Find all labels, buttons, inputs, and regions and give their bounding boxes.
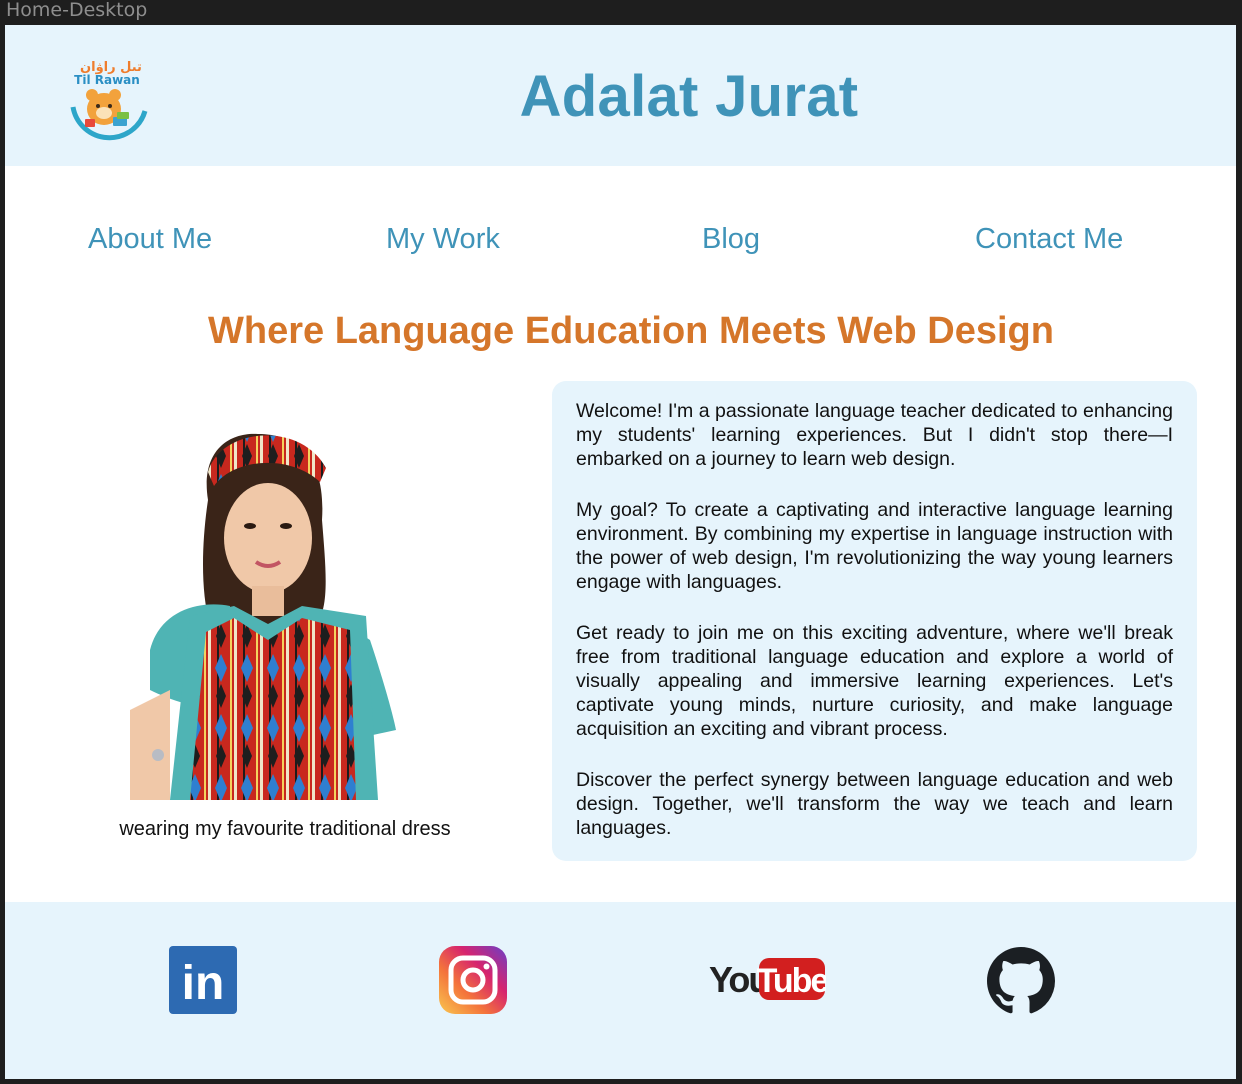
intro-paragraph-3: Get ready to join me on this exciting ad…	[576, 622, 1173, 740]
intro-paragraph-2: My goal? To create a captivating and int…	[576, 499, 1173, 593]
page-frame: تىل راۋان Til Rawan Adalat Jurat About M…	[5, 25, 1236, 1079]
intro-card: Welcome! I'm a passionate language teach…	[552, 381, 1197, 861]
nav-contact-me[interactable]: Contact Me	[975, 223, 1123, 256]
instagram-icon[interactable]	[439, 946, 507, 1014]
linkedin-text: in	[182, 957, 225, 1010]
nav-blog[interactable]: Blog	[702, 223, 760, 256]
site-footer: in You Tube	[5, 902, 1236, 1079]
youtube-tube-text: Tube	[757, 962, 826, 1000]
window-title: Home-Desktop	[6, 0, 148, 21]
page-headline: Where Language Education Meets Web Desig…	[208, 310, 1054, 352]
site-title: Adalat Jurat	[519, 64, 859, 129]
logo-latin-text: Til Rawan	[74, 73, 140, 87]
youtube-icon[interactable]: You Tube	[708, 954, 826, 1004]
linkedin-icon[interactable]: in	[169, 946, 237, 1014]
nav-my-work[interactable]: My Work	[386, 223, 500, 256]
intro-paragraph-1: Welcome! I'm a passionate language teach…	[576, 400, 1173, 470]
github-icon[interactable]	[987, 947, 1055, 1015]
til-rawan-logo-icon[interactable]: تىل راۋان Til Rawan	[67, 57, 151, 145]
nav-about-me[interactable]: About Me	[88, 223, 212, 256]
site-header: تىل راۋان Til Rawan Adalat Jurat	[5, 25, 1236, 166]
profile-photo	[130, 410, 396, 800]
photo-caption: wearing my favourite traditional dress	[119, 818, 451, 840]
intro-paragraph-4: Discover the perfect synergy between lan…	[576, 769, 1173, 839]
